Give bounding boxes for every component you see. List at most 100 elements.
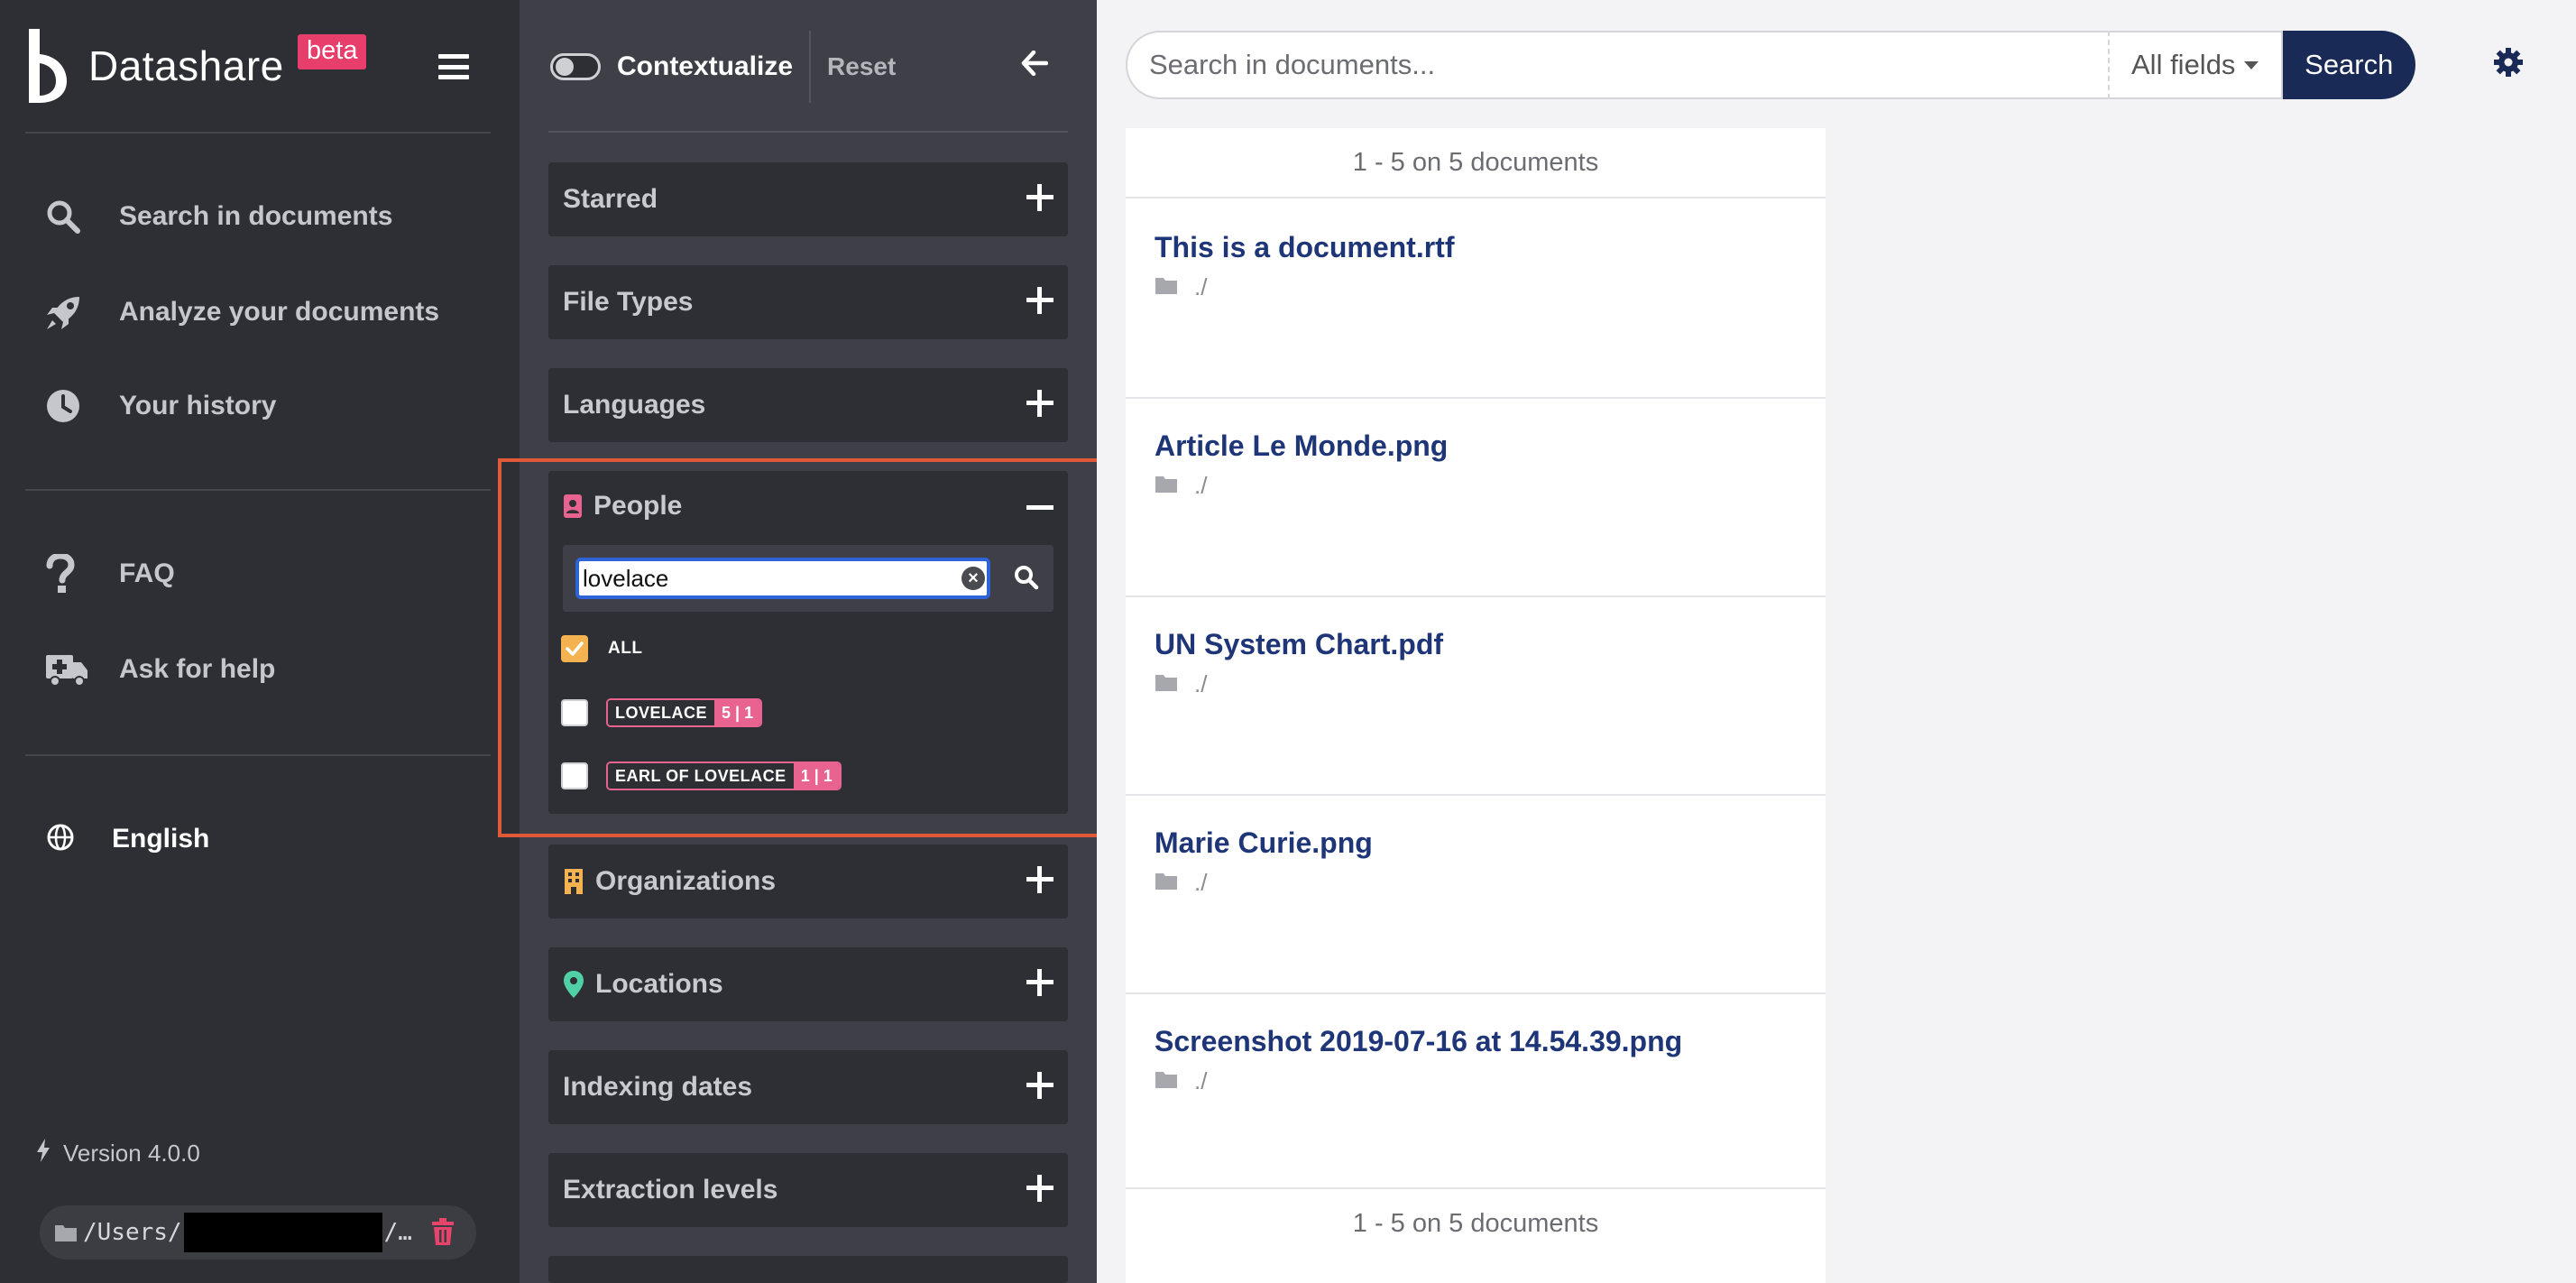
language-label: English bbox=[112, 824, 210, 854]
plus-icon[interactable] bbox=[1026, 969, 1053, 996]
filter-organizations[interactable]: Organizations bbox=[548, 845, 1068, 918]
app-sidebar: Datashare beta Search in documents Analy… bbox=[0, 0, 520, 1283]
search-button[interactable]: Search bbox=[2282, 31, 2415, 99]
option-all-label: ALL bbox=[608, 639, 643, 658]
fields-dropdown[interactable]: All fields bbox=[2107, 31, 2283, 99]
people-option[interactable]: LOVELACE 5 | 1 bbox=[561, 698, 763, 727]
caret-down-icon bbox=[2244, 60, 2259, 69]
menu-toggle-icon[interactable] bbox=[438, 54, 469, 79]
filter-label: Locations bbox=[595, 969, 723, 999]
result-path-text: ./ bbox=[1194, 869, 1208, 896]
minus-icon[interactable] bbox=[1026, 505, 1053, 510]
result-title[interactable]: UN System Chart.pdf bbox=[1155, 628, 1826, 661]
folder-icon bbox=[1155, 670, 1178, 698]
datashare-logo-icon bbox=[29, 29, 67, 103]
filter-locations[interactable]: Locations bbox=[548, 947, 1068, 1021]
trash-icon[interactable] bbox=[431, 1218, 455, 1251]
search-icon[interactable] bbox=[1014, 565, 1039, 595]
result-path: ./ bbox=[1155, 670, 1826, 698]
search-input[interactable] bbox=[1126, 31, 2108, 99]
result-item[interactable]: Screenshot 2019-07-16 at 14.54.39.png ./ bbox=[1126, 994, 1826, 1193]
nav-item-search[interactable]: Search in documents bbox=[45, 189, 392, 244]
result-title[interactable]: Article Le Monde.png bbox=[1155, 429, 1826, 463]
filter-indexing-dates[interactable]: Indexing dates bbox=[548, 1050, 1068, 1124]
data-dir-prefix: /Users/ bbox=[83, 1219, 182, 1246]
result-path-text: ./ bbox=[1194, 273, 1208, 300]
result-item[interactable]: Article Le Monde.png ./ bbox=[1126, 399, 1826, 597]
nav-item-history[interactable]: Your history bbox=[45, 379, 276, 433]
folder-icon bbox=[1155, 1067, 1178, 1095]
filter-more[interactable] bbox=[548, 1256, 1068, 1283]
people-search-input[interactable] bbox=[575, 558, 990, 599]
clock-icon bbox=[45, 385, 90, 427]
people-label: People bbox=[593, 491, 683, 521]
nav-divider bbox=[25, 132, 491, 134]
nav-item-faq[interactable]: FAQ bbox=[45, 547, 175, 601]
result-item[interactable]: This is a document.rtf ./ bbox=[1126, 200, 1826, 399]
plus-icon[interactable] bbox=[1026, 866, 1053, 893]
nav-item-label: Analyze your documents bbox=[119, 297, 440, 327]
reset-button[interactable]: Reset bbox=[827, 52, 896, 81]
data-dir-pill[interactable]: /Users/ /… bbox=[40, 1205, 476, 1260]
nav-item-label: Search in documents bbox=[119, 201, 393, 231]
arrow-left-icon[interactable] bbox=[1021, 50, 1093, 80]
version-info: Version 4.0.0 bbox=[36, 1139, 200, 1168]
filter-label: File Types bbox=[563, 287, 694, 317]
plus-icon[interactable] bbox=[1026, 1175, 1053, 1202]
result-title[interactable]: This is a document.rtf bbox=[1155, 231, 1826, 264]
result-title[interactable]: Screenshot 2019-07-16 at 14.54.39.png bbox=[1155, 1025, 1826, 1058]
result-path: ./ bbox=[1155, 273, 1826, 301]
filter-label: Indexing dates bbox=[563, 1072, 753, 1102]
entity-count: 5 | 1 bbox=[714, 700, 761, 725]
people-option[interactable]: EARL OF LOVELACE 1 | 1 bbox=[561, 761, 842, 790]
nav-item-analyze[interactable]: Analyze your documents bbox=[45, 285, 439, 339]
map-marker-icon bbox=[563, 970, 584, 999]
folder-icon bbox=[1155, 472, 1178, 500]
plus-icon[interactable] bbox=[1026, 184, 1053, 211]
entity-name: EARL OF LOVELACE bbox=[608, 763, 794, 789]
result-path-text: ./ bbox=[1194, 670, 1208, 697]
version-label: Version 4.0.0 bbox=[63, 1140, 200, 1167]
people-header[interactable]: People bbox=[563, 491, 682, 522]
result-item[interactable]: UN System Chart.pdf ./ bbox=[1126, 597, 1826, 796]
question-icon bbox=[45, 553, 90, 595]
filter-people: People × ALL LOVELACE 5 | 1 E bbox=[548, 471, 1068, 814]
bolt-icon bbox=[36, 1139, 51, 1168]
results-summary-bottom: 1 - 5 on 5 documents bbox=[1126, 1187, 1826, 1258]
nav-divider bbox=[25, 754, 491, 756]
plus-icon[interactable] bbox=[1026, 287, 1053, 314]
filter-extraction-levels[interactable]: Extraction levels bbox=[548, 1153, 1068, 1227]
people-search-well: × bbox=[563, 545, 1053, 612]
clear-search-icon[interactable]: × bbox=[961, 567, 985, 590]
data-dir-suffix: /… bbox=[383, 1219, 412, 1246]
gear-icon[interactable] bbox=[2493, 47, 2524, 82]
filter-label: Starred bbox=[563, 184, 658, 214]
filter-languages[interactable]: Languages bbox=[548, 368, 1068, 442]
results-summary: 1 - 5 on 5 documents bbox=[1126, 128, 1826, 198]
plus-icon[interactable] bbox=[1026, 390, 1053, 417]
search-bar: All fields Search bbox=[1126, 31, 2415, 99]
language-selector[interactable]: English bbox=[47, 812, 209, 866]
contextualize-row: Contextualize Reset bbox=[550, 27, 1066, 106]
people-option-all[interactable]: ALL bbox=[561, 635, 642, 662]
filters-panel: Contextualize Reset Starred File Types L… bbox=[520, 0, 1097, 1283]
entity-tag: EARL OF LOVELACE 1 | 1 bbox=[606, 761, 842, 790]
checkbox-all[interactable] bbox=[561, 635, 588, 662]
result-item[interactable]: Marie Curie.png ./ bbox=[1126, 796, 1826, 994]
filter-label-wrap: Locations bbox=[563, 969, 723, 1000]
contextualize-label: Contextualize bbox=[617, 51, 794, 81]
ambulance-icon bbox=[45, 649, 90, 690]
contextualize-toggle[interactable] bbox=[550, 53, 601, 80]
brand[interactable]: Datashare beta bbox=[25, 27, 367, 105]
filter-label: Organizations bbox=[595, 866, 777, 896]
checkbox[interactable] bbox=[561, 762, 588, 789]
plus-icon[interactable] bbox=[1026, 1072, 1053, 1099]
nav-item-help[interactable]: Ask for help bbox=[45, 642, 275, 697]
result-path: ./ bbox=[1155, 869, 1826, 897]
result-title[interactable]: Marie Curie.png bbox=[1155, 826, 1826, 860]
filter-file-types[interactable]: File Types bbox=[548, 265, 1068, 339]
filter-starred[interactable]: Starred bbox=[548, 162, 1068, 236]
checkbox[interactable] bbox=[561, 699, 588, 726]
entity-tag: LOVELACE 5 | 1 bbox=[606, 698, 763, 727]
nav-item-label: Your history bbox=[119, 391, 277, 420]
